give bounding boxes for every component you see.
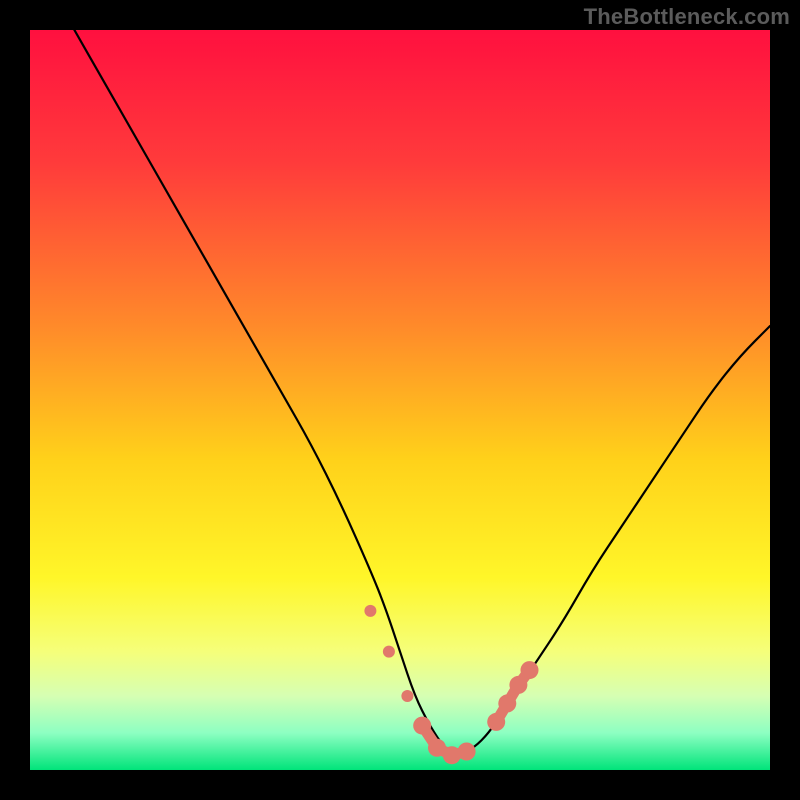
curve-marker [401,690,413,702]
watermark-text: TheBottleneck.com [584,4,790,30]
curve-marker [383,646,395,658]
curve-marker [364,605,376,617]
curve-marker [498,694,516,712]
curve-marker [413,717,431,735]
curve-marker [458,743,476,761]
chart-plot-area [30,30,770,770]
chart-svg [30,30,770,770]
curve-marker [487,713,505,731]
curve-marker [509,676,527,694]
gradient-background [30,30,770,770]
chart-frame: TheBottleneck.com [0,0,800,800]
curve-marker [521,661,539,679]
